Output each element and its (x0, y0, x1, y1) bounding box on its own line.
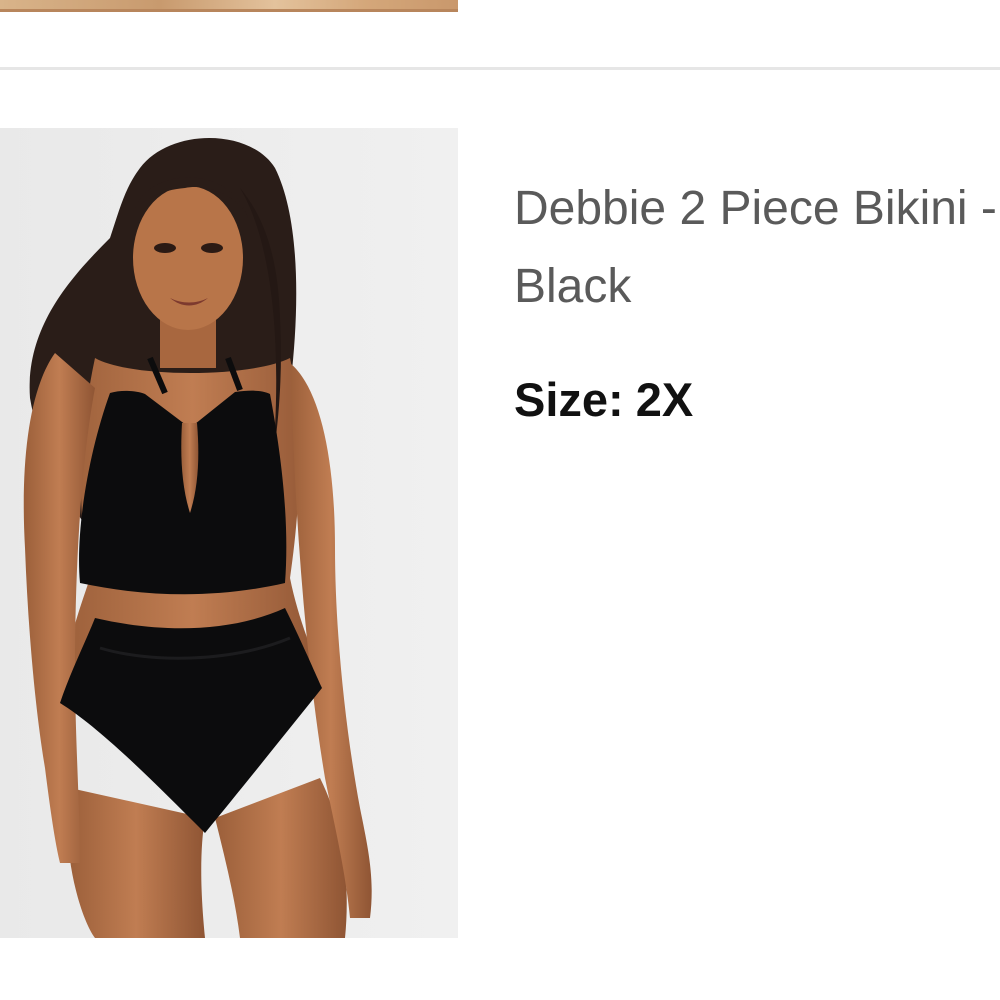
product-title[interactable]: Debbie 2 Piece Bikini - Black (514, 170, 1000, 326)
order-items-page: Debbie 2 Piece Bikini - Black Size: 2X (0, 0, 1000, 1000)
size-value: 2X (635, 373, 694, 426)
product-image[interactable] (0, 128, 458, 938)
previous-product-image[interactable] (0, 0, 458, 12)
previous-product-image-edge (0, 9, 458, 12)
size-label: Size: (514, 373, 624, 426)
product-card: Debbie 2 Piece Bikini - Black Size: 2X (0, 128, 1000, 938)
model-photo (0, 128, 458, 938)
product-size: Size: 2X (514, 372, 693, 427)
item-divider (0, 67, 1000, 70)
